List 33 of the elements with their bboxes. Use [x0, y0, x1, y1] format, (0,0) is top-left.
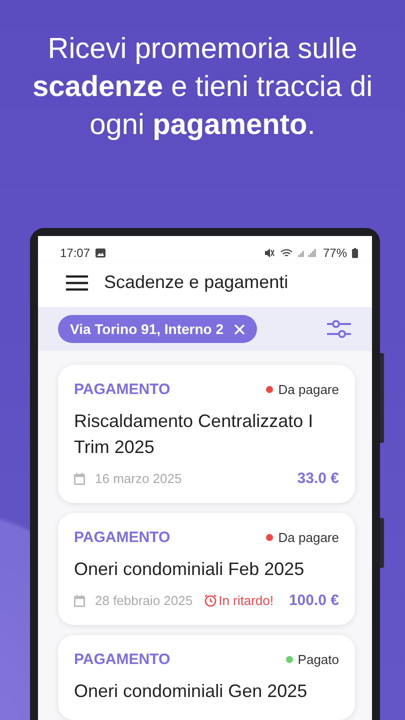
- alarm-clock-icon: [204, 594, 217, 607]
- card-type: PAGAMENTO: [74, 651, 170, 668]
- filter-chip[interactable]: Via Torino 91, Interno 2: [58, 315, 257, 343]
- payment-card[interactable]: PAGAMENTO Da pagare Riscaldamento Centralizzato I Trim 2025 16 marzo 2025 33.0 €: [58, 365, 355, 503]
- payment-card[interactable]: PAGAMENTO Da pagare Oneri condominiali Feb 2025 28 febbraio 2025 In ritardo! 100.0 €: [58, 513, 355, 625]
- signal-icon: [298, 248, 318, 258]
- card-type: PAGAMENTO: [74, 529, 170, 546]
- status-time: 17:07: [60, 246, 90, 260]
- card-type: PAGAMENTO: [74, 381, 170, 398]
- due-date: 16 marzo 2025: [95, 471, 182, 486]
- payment-status: Da pagare: [278, 382, 339, 397]
- headline: Ricevi promemoria sulle scadenze e tieni traccia di ogni pagamento.: [31, 32, 374, 143]
- app-title: Scadenze e pagamenti: [104, 272, 288, 293]
- amount: 100.0 €: [288, 592, 339, 609]
- battery-icon: [352, 248, 358, 258]
- calendar-icon: [74, 472, 85, 484]
- payment-status: Da pagare: [278, 530, 339, 545]
- filter-icon[interactable]: [326, 318, 352, 340]
- wifi-icon: [280, 248, 293, 258]
- mute-icon: [264, 248, 275, 258]
- late-label: In ritardo!: [218, 593, 274, 608]
- due-date: 28 febbraio 2025: [95, 593, 193, 608]
- image-icon: [95, 248, 106, 258]
- card-title: Riscaldamento Centralizzato I Trim 2025: [74, 410, 314, 459]
- menu-icon[interactable]: [66, 274, 88, 290]
- calendar-icon: [74, 594, 85, 606]
- close-icon[interactable]: [234, 324, 245, 334]
- amount: 33.0 €: [297, 470, 339, 487]
- payment-status: Pagato: [298, 652, 339, 667]
- battery-level: 77%: [322, 246, 347, 260]
- card-title: Oneri condominiali Feb 2025: [74, 558, 306, 581]
- card-title: Oneri condominiali Gen 2025: [74, 680, 308, 703]
- payment-card[interactable]: PAGAMENTO Pagato Oneri condominiali Gen 2025: [58, 635, 355, 720]
